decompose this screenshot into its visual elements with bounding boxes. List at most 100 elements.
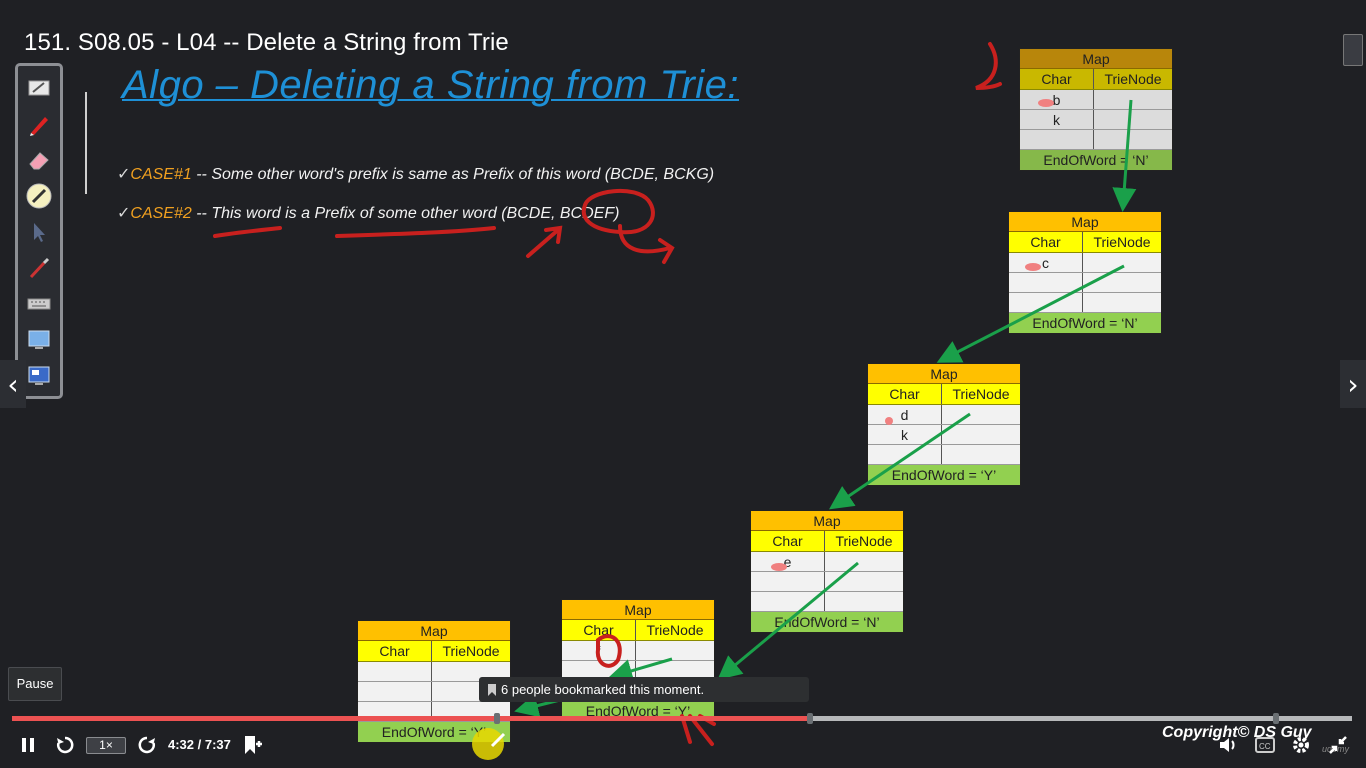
map-header: Map — [1009, 212, 1161, 232]
char-cell — [1020, 130, 1094, 149]
exit-fullscreen-button[interactable] — [1324, 727, 1352, 763]
char-cell — [751, 592, 825, 611]
table-row: e — [751, 552, 903, 572]
char-cell: f — [562, 641, 636, 660]
pointer-cell — [636, 641, 714, 660]
pointer-cell — [942, 445, 1020, 464]
table-row — [1009, 273, 1161, 293]
bookmark-icon — [488, 683, 496, 696]
char-cell — [1009, 273, 1083, 292]
playback-speed-button[interactable]: 1× — [86, 737, 126, 754]
pointer-cell — [1094, 90, 1172, 109]
table-row — [751, 572, 903, 592]
pointer-cell — [825, 592, 903, 611]
char-cell — [868, 445, 942, 464]
captions-button[interactable]: CC — [1252, 727, 1278, 763]
trie-node-c: Map Char TrieNode c EndOfWord = ‘N’ — [1008, 211, 1162, 334]
bookmark-marker[interactable] — [494, 713, 500, 724]
slide-divider — [85, 92, 87, 194]
gear-icon — [1293, 737, 1309, 753]
screen-icon[interactable] — [24, 326, 54, 354]
trienode-header: TrieNode — [646, 622, 704, 638]
case-2-text: -- This word is a Prefix of some other w… — [191, 205, 620, 222]
pencil-icon[interactable] — [24, 182, 54, 210]
annotation-toolbar — [15, 63, 63, 399]
table-row: b — [1020, 90, 1172, 110]
forward-button[interactable] — [134, 727, 160, 763]
map-header: Map — [751, 511, 903, 531]
progress-bar[interactable] — [12, 713, 1352, 724]
char-header: Char — [562, 620, 636, 640]
check-icon: ✓ — [117, 205, 131, 222]
presentation-widget-icon[interactable] — [1343, 34, 1363, 66]
case-1-tag: CASE#1 — [130, 166, 192, 183]
end-of-word-flag: EndOfWord = ‘N’ — [1020, 150, 1172, 170]
whiteboard-icon[interactable] — [24, 74, 54, 102]
pointer-cell — [942, 405, 1020, 424]
map-header: Map — [868, 364, 1020, 384]
case-2-line: ✓CASE#2 -- This word is a Prefix of some… — [117, 203, 619, 223]
time-display: 4:32 / 7:37 — [168, 737, 231, 752]
eraser-icon[interactable] — [24, 146, 54, 174]
char-header: Char — [868, 384, 942, 404]
char-cell — [358, 682, 432, 701]
trienode-header: TrieNode — [442, 643, 500, 659]
red-curved-arrow — [618, 224, 675, 264]
slide-heading: Algo – Deleting a String from Trie: — [122, 63, 740, 107]
column-headers: Char TrieNode — [868, 384, 1020, 405]
table-row — [1020, 130, 1172, 150]
desktop-icon[interactable] — [24, 362, 54, 390]
column-headers: Char TrieNode — [751, 531, 903, 552]
check-icon: ✓ — [117, 166, 131, 183]
char-cell: d — [868, 405, 942, 424]
char-header: Char — [1009, 232, 1083, 252]
bookmark-tooltip-text: 6 people bookmarked this moment. — [501, 682, 705, 697]
pointer-cell — [942, 425, 1020, 444]
trienode-header: TrieNode — [952, 386, 1010, 402]
char-header: Char — [358, 641, 432, 661]
pointer-icon[interactable] — [24, 218, 54, 246]
lecture-title: 151. S08.05 - L04 -- Delete a String fro… — [24, 29, 509, 56]
progress-played — [12, 716, 811, 721]
chevron-right-icon: › — [1347, 367, 1359, 401]
char-cell: b — [1020, 90, 1094, 109]
table-row — [1009, 293, 1161, 313]
table-row: d — [868, 405, 1020, 425]
char-cell: k — [1020, 110, 1094, 129]
trie-node-e: Map Char TrieNode e EndOfWord = ‘N’ — [750, 510, 904, 633]
trienode-header: TrieNode — [1093, 234, 1151, 250]
table-row — [751, 592, 903, 612]
char-cell — [1009, 293, 1083, 312]
video-frame[interactable]: 151. S08.05 - L04 -- Delete a String fro… — [0, 0, 1366, 768]
rewind-button[interactable] — [52, 727, 78, 763]
end-of-word-flag: EndOfWord = ‘Y’ — [868, 465, 1020, 485]
forward-icon — [138, 736, 156, 754]
pointer-cell — [1094, 110, 1172, 129]
highlighter-icon[interactable] — [24, 254, 54, 282]
table-row: f — [562, 641, 714, 661]
previous-lecture-button[interactable]: ‹ — [0, 360, 26, 408]
keyboard-icon[interactable] — [24, 290, 54, 318]
settings-button[interactable] — [1288, 727, 1314, 763]
map-header: Map — [358, 621, 510, 641]
playhead-marker[interactable] — [807, 713, 813, 724]
char-cell: k — [868, 425, 942, 444]
case-1-text: -- Some other word's prefix is same as P… — [191, 166, 715, 183]
volume-button[interactable] — [1214, 727, 1242, 763]
pause-icon — [22, 738, 34, 752]
pause-button[interactable] — [14, 727, 42, 763]
pause-tooltip: Pause — [8, 667, 62, 701]
table-row — [868, 445, 1020, 465]
next-lecture-button[interactable]: › — [1340, 360, 1366, 408]
column-headers: Char TrieNode — [358, 641, 510, 662]
bookmark-tooltip: 6 people bookmarked this moment. — [479, 677, 809, 702]
trie-node-d: Map Char TrieNode d k EndOfWord = ‘Y’ — [867, 363, 1021, 486]
char-cell: e — [751, 552, 825, 571]
trienode-header: TrieNode — [1104, 71, 1162, 87]
add-bookmark-button[interactable] — [238, 727, 266, 763]
red-arrow-up — [526, 225, 563, 258]
pen-icon[interactable] — [24, 110, 54, 138]
bookmark-marker[interactable] — [1273, 713, 1279, 724]
red-underline-1 — [213, 226, 282, 238]
player-controls: 1× 4:32 / 7:37 CC — [0, 727, 1366, 765]
